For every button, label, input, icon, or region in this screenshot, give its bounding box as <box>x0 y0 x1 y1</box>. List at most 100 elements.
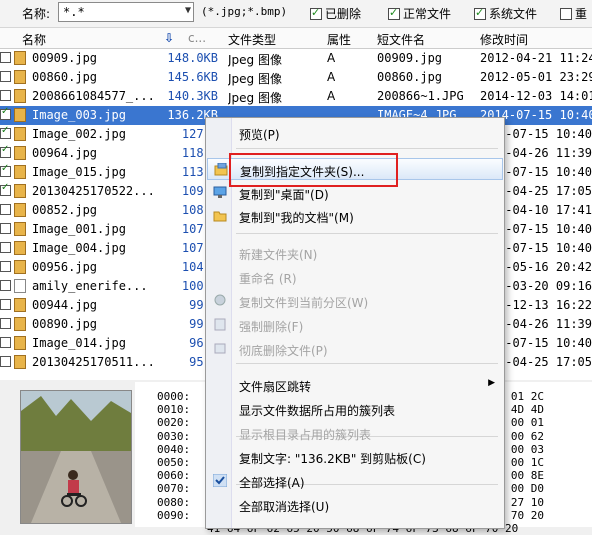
row-checkbox[interactable] <box>0 337 11 348</box>
table-row[interactable]: 2008661084577_... 140.3KB Jpeg 图像 A 200866~1… <box>0 87 592 106</box>
col-attr[interactable]: 属性 <box>327 31 351 48</box>
image-file-icon <box>14 317 26 331</box>
checkbox-box[interactable] <box>310 6 322 20</box>
submenu-arrow-icon: ▶ <box>488 378 495 388</box>
name-filter-combobox[interactable]: *.* ▼ <box>58 2 194 22</box>
hex-offset: 0060: <box>157 469 191 483</box>
checkbox-label: 正常文件 <box>403 7 452 21</box>
hex-offset: 0080: <box>157 495 191 509</box>
table-row[interactable]: 00860.jpg 145.6KB Jpeg 图像 A 00860.jpg 2012-05… <box>0 68 592 87</box>
image-file-icon <box>14 298 26 312</box>
checkbox-box[interactable] <box>388 6 400 20</box>
checkbox-label: 已删除 <box>325 7 362 21</box>
menu-item[interactable]: 复制到"我的文档"(M) <box>207 205 503 227</box>
file-name: 00956.jpg <box>32 260 98 274</box>
menu-item-label: 复制文件到当前分区(W) <box>239 296 369 310</box>
row-checkbox[interactable] <box>0 299 11 310</box>
file-type: Jpeg 图像 <box>228 91 282 105</box>
image-file-icon <box>14 241 26 255</box>
file-short-name: 00860.jpg <box>377 70 443 84</box>
filter-toolbar: 名称: *.* ▼ (*.jpg;*.bmp) 已删除 正常文件 系统文件 重 <box>0 0 592 28</box>
row-checkbox[interactable] <box>0 90 11 101</box>
row-checkbox[interactable] <box>0 106 11 120</box>
file-name: 20130425170522... <box>32 184 155 198</box>
file-name: Image_004.jpg <box>32 241 126 255</box>
col-size[interactable]: c... <box>188 31 206 45</box>
checkbox-box[interactable] <box>474 6 486 20</box>
image-file-icon <box>14 146 26 160</box>
menu-item[interactable]: 预览(P) <box>207 122 503 144</box>
hex-offset: 0040: <box>157 442 191 456</box>
col-type[interactable]: 文件类型 <box>228 31 276 48</box>
file-name: amily_enerife... <box>32 279 148 293</box>
file-name: 00909.jpg <box>32 51 98 65</box>
file-list-header: 名称 ⇩ c... 文件类型 属性 短文件名 修改时间 <box>0 28 592 49</box>
file-modified: 2012-05-01 23:29 <box>480 70 592 84</box>
copy-partition-icon <box>213 294 227 307</box>
col-name[interactable]: 名称 <box>22 31 46 48</box>
row-checkbox[interactable] <box>0 318 11 329</box>
row-checkbox[interactable] <box>0 242 11 253</box>
menu-item-label: 预览(P) <box>239 128 280 142</box>
hex-offset: 0000: <box>157 390 191 403</box>
checkbox-normal-files[interactable]: 正常文件 <box>388 5 451 22</box>
row-checkbox[interactable] <box>0 223 11 234</box>
menu-item-label: 显示文件数据所占用的簇列表 <box>239 404 396 418</box>
menu-item-label: 强制删除(F) <box>239 320 304 334</box>
file-name: 00890.jpg <box>32 317 98 331</box>
checkbox-system-files[interactable]: 系统文件 <box>474 5 537 22</box>
row-checkbox[interactable] <box>0 71 11 82</box>
col-modified[interactable]: 修改时间 <box>480 31 528 48</box>
copy-folder-icon <box>214 162 228 176</box>
sort-arrow-icon[interactable]: ⇩ <box>164 31 174 45</box>
row-checkbox[interactable] <box>0 182 11 196</box>
menu-item-label: 全部选择(A) <box>239 476 305 490</box>
menu-item: 新建文件夹(N) <box>207 242 503 264</box>
row-checkbox[interactable] <box>0 52 11 63</box>
file-type: Jpeg 图像 <box>228 53 282 67</box>
row-checkbox[interactable] <box>0 280 11 291</box>
menu-item-label: 复制到"桌面"(D) <box>239 188 329 202</box>
row-checkbox[interactable] <box>0 261 11 272</box>
menu-item-label: 彻底删除文件(P) <box>239 344 328 358</box>
col-short-name[interactable]: 短文件名 <box>377 31 425 48</box>
row-checkbox[interactable] <box>0 163 11 177</box>
row-checkbox[interactable] <box>0 144 11 158</box>
row-checkbox[interactable] <box>0 125 11 139</box>
chevron-down-icon[interactable]: ▼ <box>185 5 191 16</box>
menu-item[interactable]: 全部选择(A) <box>207 470 503 492</box>
filter-hint: (*.jpg;*.bmp) <box>201 5 288 18</box>
menu-item-label: 文件扇区跳转 <box>239 380 312 394</box>
file-short-name: 00909.jpg <box>377 51 443 65</box>
file-name: 00964.jpg <box>32 146 98 160</box>
row-checkbox[interactable] <box>0 204 11 215</box>
menu-item[interactable]: 显示文件数据所占用的簇列表 <box>207 398 503 420</box>
checkbox-more[interactable]: 重 <box>560 5 587 22</box>
menu-item-label: 复制到"我的文档"(M) <box>239 211 354 225</box>
checkbox-box[interactable] <box>560 7 572 20</box>
file-name: Image_003.jpg <box>32 108 126 122</box>
table-row[interactable]: 00909.jpg 148.0KB Jpeg 图像 A 00909.jpg 2012-04… <box>0 49 592 68</box>
menu-item[interactable]: 文件扇区跳转 ▶ <box>207 374 503 396</box>
file-modified: 2012-04-21 11:24 <box>480 51 592 65</box>
file-name: 00852.jpg <box>32 203 98 217</box>
file-size: 145.6KB <box>167 70 218 84</box>
menu-item[interactable]: 全部取消选择(U) <box>207 494 503 516</box>
row-checkbox[interactable] <box>0 356 11 367</box>
desktop-icon <box>213 186 227 199</box>
name-filter-value: *.* <box>63 5 85 19</box>
hex-offset: 0020: <box>157 416 191 430</box>
folder-icon <box>213 209 227 222</box>
file-name: 00860.jpg <box>32 70 98 84</box>
menu-item: 彻底删除文件(P) <box>207 338 503 360</box>
document-file-icon <box>14 279 26 293</box>
image-file-icon <box>14 89 26 103</box>
file-size: 140.3KB <box>167 89 218 103</box>
checkbox-label: 重 <box>575 7 588 21</box>
checkbox-deleted[interactable]: 已删除 <box>310 5 361 22</box>
file-name: Image_014.jpg <box>32 336 126 350</box>
image-file-icon <box>14 184 26 198</box>
image-file-icon <box>14 260 26 274</box>
name-filter-label: 名称: <box>22 7 51 21</box>
menu-item[interactable]: 复制文字: "136.2KB" 到剪贴板(C) <box>207 446 503 468</box>
